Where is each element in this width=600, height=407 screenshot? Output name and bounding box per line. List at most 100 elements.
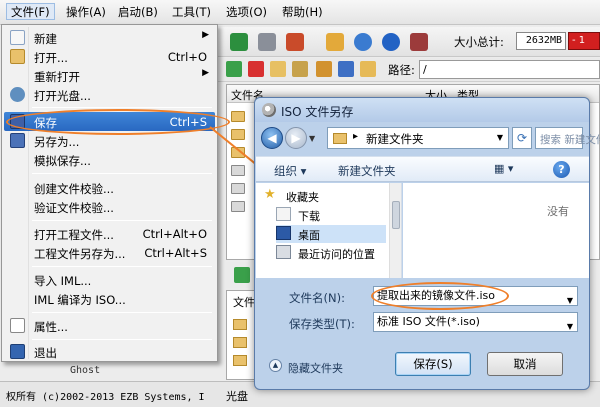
size-total-label: 大小总计: (454, 35, 504, 49)
folder-icon (233, 337, 247, 348)
folder-icon (231, 147, 245, 158)
menu-item-simulate-save[interactable]: 模拟保存... (4, 150, 215, 169)
ultraiso-disc-icon (262, 103, 276, 117)
up-folder-icon[interactable] (234, 267, 250, 283)
extract-icon[interactable] (326, 33, 344, 51)
info-icon[interactable] (354, 33, 372, 51)
nav-label: 下载 (298, 210, 320, 223)
breadcrumb-chevron-icon[interactable]: ▸ (353, 131, 358, 142)
exit-icon[interactable] (410, 33, 428, 51)
menu-item-verify-checksum[interactable]: 验证文件校验... (4, 197, 215, 216)
menu-separator (32, 107, 212, 108)
help-button[interactable]: ? (553, 161, 570, 178)
search-box[interactable]: 搜索 新建文件夹 (535, 127, 600, 149)
column-filename[interactable]: 文件 (233, 294, 255, 310)
new-file-icon (10, 30, 25, 45)
size-total-value: 2632MB (516, 32, 566, 50)
menu-item-label: IML 编译为 ISO... (34, 293, 126, 307)
file-icon (231, 165, 245, 176)
menu-separator (32, 339, 212, 340)
menu-item-open[interactable]: 打开... Ctrl+O (4, 47, 215, 66)
ghost-entry: Ghost (70, 365, 101, 376)
menu-item-label: 模拟保存... (34, 154, 91, 168)
properties-check-icon (10, 318, 25, 333)
menu-item-exit[interactable]: 退出 (4, 342, 215, 361)
menu-item-shortcut: Ctrl+Alt+O (142, 227, 207, 241)
new-folder-button[interactable]: 新建文件夹 (338, 163, 396, 179)
menu-help[interactable]: 帮助(H) (278, 4, 327, 21)
filetype-select[interactable]: 标准 ISO 文件(*.iso) ▼ (373, 312, 578, 332)
menu-item-reopen[interactable]: 重新打开 ▶ (4, 66, 215, 85)
menu-item-new[interactable]: 新建 ▶ (4, 28, 215, 47)
cancel-button[interactable]: 取消 (487, 352, 563, 376)
properties-icon[interactable] (316, 61, 332, 77)
burn-icon[interactable] (230, 33, 248, 51)
new-folder-icon[interactable] (270, 61, 286, 77)
folder-icon (231, 129, 245, 140)
file-view-pane[interactable]: 没有 (403, 183, 589, 278)
back-button[interactable]: ◀ (261, 127, 283, 149)
menu-separator (32, 266, 212, 267)
file-icon (231, 183, 245, 194)
collapse-up-icon: ▲ (269, 359, 282, 372)
menu-item-compile-iml[interactable]: IML 编译为 ISO... (4, 289, 215, 308)
rename-icon[interactable] (292, 61, 308, 77)
menu-tools[interactable]: 工具(T) (168, 4, 215, 21)
nav-label: 收藏夹 (286, 191, 319, 204)
path-input[interactable]: / (419, 60, 600, 79)
nav-scroll-thumb[interactable] (392, 201, 400, 229)
forward-button[interactable]: ▶ (285, 127, 307, 149)
menu-item-properties[interactable]: 属性... (4, 316, 215, 335)
menu-action[interactable]: 操作(A) (62, 4, 110, 21)
nav-scrollbar[interactable] (389, 183, 401, 278)
filename-dropdown-icon[interactable]: ▼ (567, 292, 573, 310)
menu-item-import-iml[interactable]: 导入 IML... (4, 270, 215, 289)
menu-boot[interactable]: 启动(B) (114, 4, 162, 21)
open-folder-icon[interactable] (360, 61, 376, 77)
refresh-button[interactable]: ⟳ (512, 127, 532, 149)
view-options-button[interactable]: ▦ ▾ (494, 162, 524, 178)
nav-label: 最近访问的位置 (298, 248, 375, 261)
disc-icon[interactable] (286, 33, 304, 51)
menu-item-open-disc[interactable]: 打开光盘... (4, 85, 215, 104)
filetype-dropdown-icon[interactable]: ▼ (567, 318, 573, 336)
submenu-arrow-icon: ▶ (202, 30, 209, 40)
star-icon: ★ (264, 187, 276, 202)
menu-item-open-project[interactable]: 打开工程文件... Ctrl+Alt+O (4, 224, 215, 243)
menu-item-label: 工程文件另存为... (34, 247, 126, 261)
disc-icon (10, 87, 25, 102)
dialog-titlebar[interactable]: ISO 文件另存 (255, 98, 589, 122)
menu-file[interactable]: 文件(F) (6, 3, 55, 20)
menu-item-label: 属性... (34, 320, 68, 334)
menu-item-label: 新建 (34, 32, 57, 46)
menu-options[interactable]: 选项(O) (222, 4, 271, 21)
address-bar[interactable]: ▸ 新建文件夹 ▼ (327, 127, 509, 149)
menu-item-shortcut: Ctrl+O (167, 50, 207, 64)
menu-item-label: 打开... (34, 51, 68, 65)
history-dropdown-icon[interactable]: ▼ (309, 134, 315, 143)
file-icon (231, 201, 245, 212)
settings-icon[interactable] (338, 61, 354, 77)
downloads-folder-icon (276, 207, 291, 221)
nav-desktop[interactable]: 桌面 (276, 225, 386, 243)
organize-button[interactable]: 组织 ▾ (274, 163, 306, 179)
menu-item-label: 导入 IML... (34, 274, 92, 288)
save-highlight-annotation (6, 109, 230, 135)
address-folder-name[interactable]: 新建文件夹 (366, 131, 424, 147)
folder-icon (233, 319, 247, 330)
desktop-icon (276, 226, 291, 240)
delete-icon[interactable] (248, 61, 264, 77)
menu-bar: 文件(F) 操作(A) 启动(B) 工具(T) 选项(O) 帮助(H) (0, 0, 600, 25)
drive-icon[interactable] (258, 33, 276, 51)
address-row: ◀ ▶ ▼ ▸ 新建文件夹 ▼ ⟳ 搜索 新建文件夹 (261, 126, 600, 150)
menu-item-create-checksum[interactable]: 创建文件校验... (4, 178, 215, 197)
save-button[interactable]: 保存(S) (395, 352, 471, 376)
up-folder-icon[interactable] (226, 61, 242, 77)
menu-item-shortcut: Ctrl+Alt+S (144, 246, 207, 260)
help-icon[interactable] (382, 33, 400, 51)
menu-item-label: 打开光盘... (34, 89, 91, 103)
menu-item-label: 重新打开 (34, 70, 80, 84)
address-dropdown-icon[interactable]: ▼ (497, 133, 503, 142)
menu-item-save-project-as[interactable]: 工程文件另存为... Ctrl+Alt+S (4, 243, 215, 262)
filename-label: 文件名(N): (289, 291, 345, 305)
